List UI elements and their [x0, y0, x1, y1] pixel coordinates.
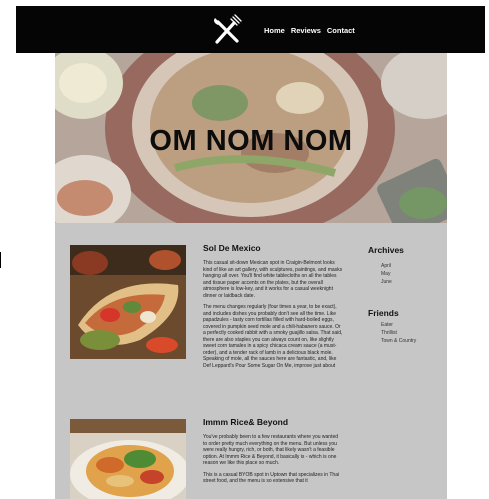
post-paragraph: This casual sit-down Mexican spot in Cra… [203, 260, 343, 299]
divider [0, 252, 1, 268]
archives-list: April May June [381, 262, 392, 286]
fork-knife-icon[interactable] [209, 13, 245, 49]
nav-link-reviews[interactable]: Reviews [291, 26, 321, 35]
post-body: This casual sit-down Mexican spot in Cra… [203, 260, 343, 374]
friend-link[interactable]: Town & Country [381, 337, 416, 345]
hero-banner: OM NOM NOM [55, 53, 447, 223]
friends-heading: Friends [368, 308, 399, 318]
nav-link-contact[interactable]: Contact [327, 26, 355, 35]
burrito-photo[interactable] [70, 245, 186, 359]
hero-title: OM NOM NOM [149, 125, 353, 157]
friends-list: Eater Thrillist Town & Country [381, 321, 416, 345]
post-paragraph: You've probably been to a few restaurant… [203, 434, 339, 466]
friend-link[interactable]: Eater [381, 321, 416, 329]
post-paragraph: This is a casual BYOB spot in Uptown tha… [203, 471, 340, 485]
archive-link[interactable]: April [381, 262, 392, 270]
navbar: Home Reviews Contact [16, 6, 485, 53]
post-body: You've probably been to a few restaurant… [203, 434, 343, 490]
post-paragraph: The menu changes regularly (four times a… [203, 304, 343, 369]
archive-link[interactable]: May [381, 270, 392, 278]
noodle-dish-photo[interactable] [70, 419, 186, 499]
nav-links: Home Reviews Contact [264, 26, 355, 35]
post-title[interactable]: Immm Rice& Beyond [203, 417, 288, 427]
post-title[interactable]: Sol De Mexico [203, 243, 261, 253]
nav-link-home[interactable]: Home [264, 26, 285, 35]
main-content: Sol De Mexico This casual sit-down Mexic… [55, 223, 447, 499]
archives-heading: Archives [368, 245, 404, 255]
archive-link[interactable]: June [381, 278, 392, 286]
friend-link[interactable]: Thrillist [381, 329, 416, 337]
